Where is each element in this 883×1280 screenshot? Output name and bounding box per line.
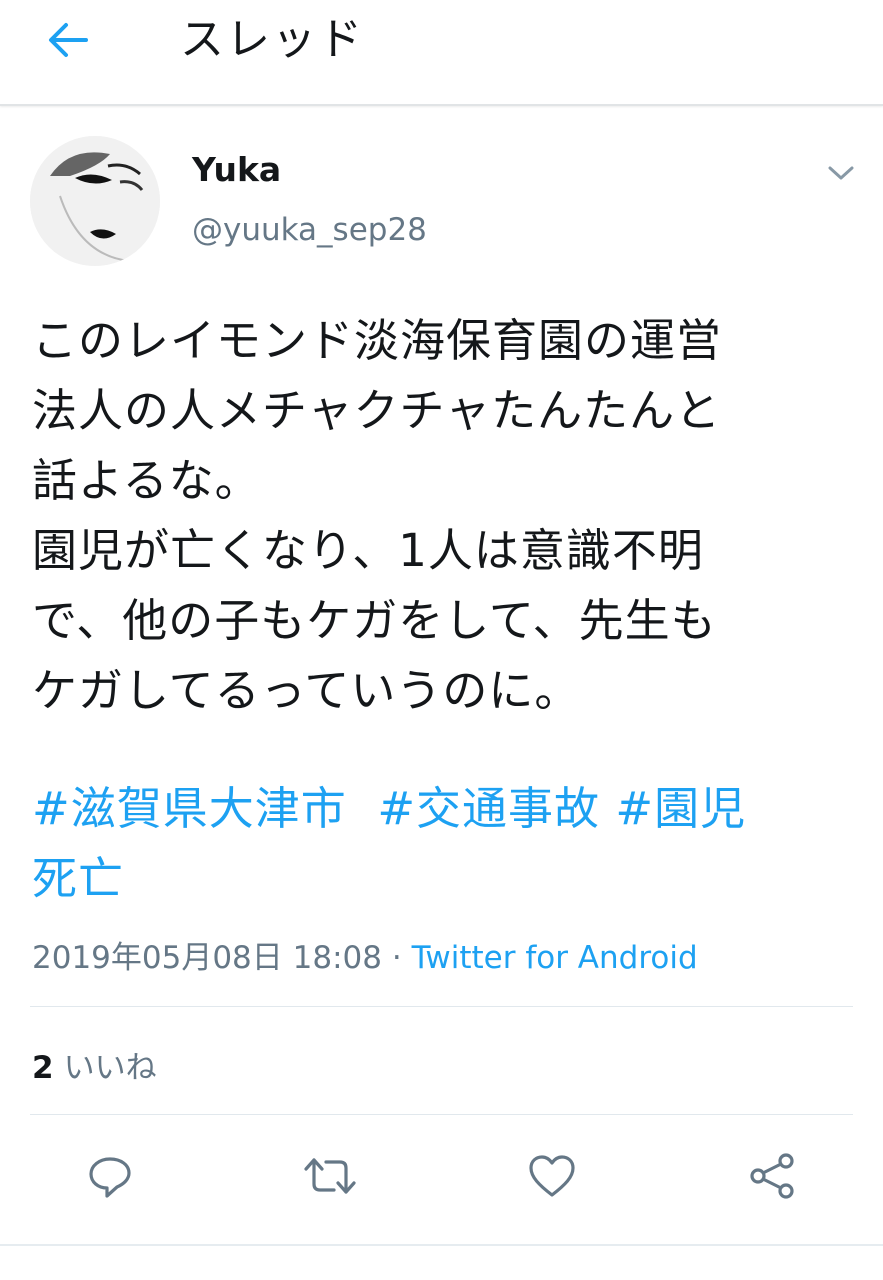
source-link[interactable]: Twitter for Android (412, 940, 698, 976)
likes-label: いいね (63, 1050, 157, 1086)
divider (30, 1114, 853, 1115)
meta-separator: · (391, 940, 402, 976)
hashtag-link[interactable]: #滋賀県大津市 (32, 782, 347, 835)
like-icon (529, 1155, 575, 1197)
back-arrow-icon (49, 23, 88, 57)
retweet-icon (304, 1158, 356, 1194)
hashtag-spacer (347, 782, 378, 835)
next-item-edge (0, 1244, 883, 1280)
user-name[interactable]: Yuka (192, 150, 281, 189)
hashtag-block: #滋賀県大津市 #交通事故 #園児死亡 (32, 774, 852, 914)
thread-page: スレッド Yuka @yuuka_sep28 このレイモンド淡海保育園の運営 法… (0, 0, 883, 1280)
tweet-text: このレイモンド淡海保育園の運営 法人の人メチャクチャたんたんと 話よるな。 園児… (32, 314, 723, 717)
chevron-down-icon (828, 166, 854, 180)
like-button[interactable] (524, 1148, 580, 1204)
retweet-button[interactable] (302, 1148, 358, 1204)
hashtag-link-continued[interactable]: 死亡 (32, 852, 124, 905)
hashtag-spacer (600, 782, 615, 835)
share-button[interactable] (744, 1148, 800, 1204)
page-title: スレッド (180, 14, 364, 65)
back-button[interactable] (36, 16, 100, 64)
reply-icon (89, 1157, 131, 1198)
reply-button[interactable] (82, 1148, 138, 1204)
likes-stat[interactable]: 2 いいね (32, 1042, 157, 1087)
divider (30, 1006, 853, 1007)
hashtag-link[interactable]: #交通事故 (377, 782, 600, 835)
likes-count: 2 (32, 1050, 54, 1086)
timestamp[interactable]: 2019年05月08日 18:08 (32, 940, 382, 976)
tweet-menu-button[interactable] (824, 156, 858, 190)
share-icon (750, 1153, 794, 1199)
top-bar: スレッド (0, 0, 883, 106)
hashtag-link[interactable]: #園児 (615, 782, 746, 835)
avatar[interactable] (30, 136, 160, 266)
user-handle[interactable]: @yuuka_sep28 (192, 212, 427, 248)
avatar-image (30, 136, 160, 266)
tweet-meta: 2019年05月08日 18:08 · Twitter for Android (32, 932, 698, 977)
